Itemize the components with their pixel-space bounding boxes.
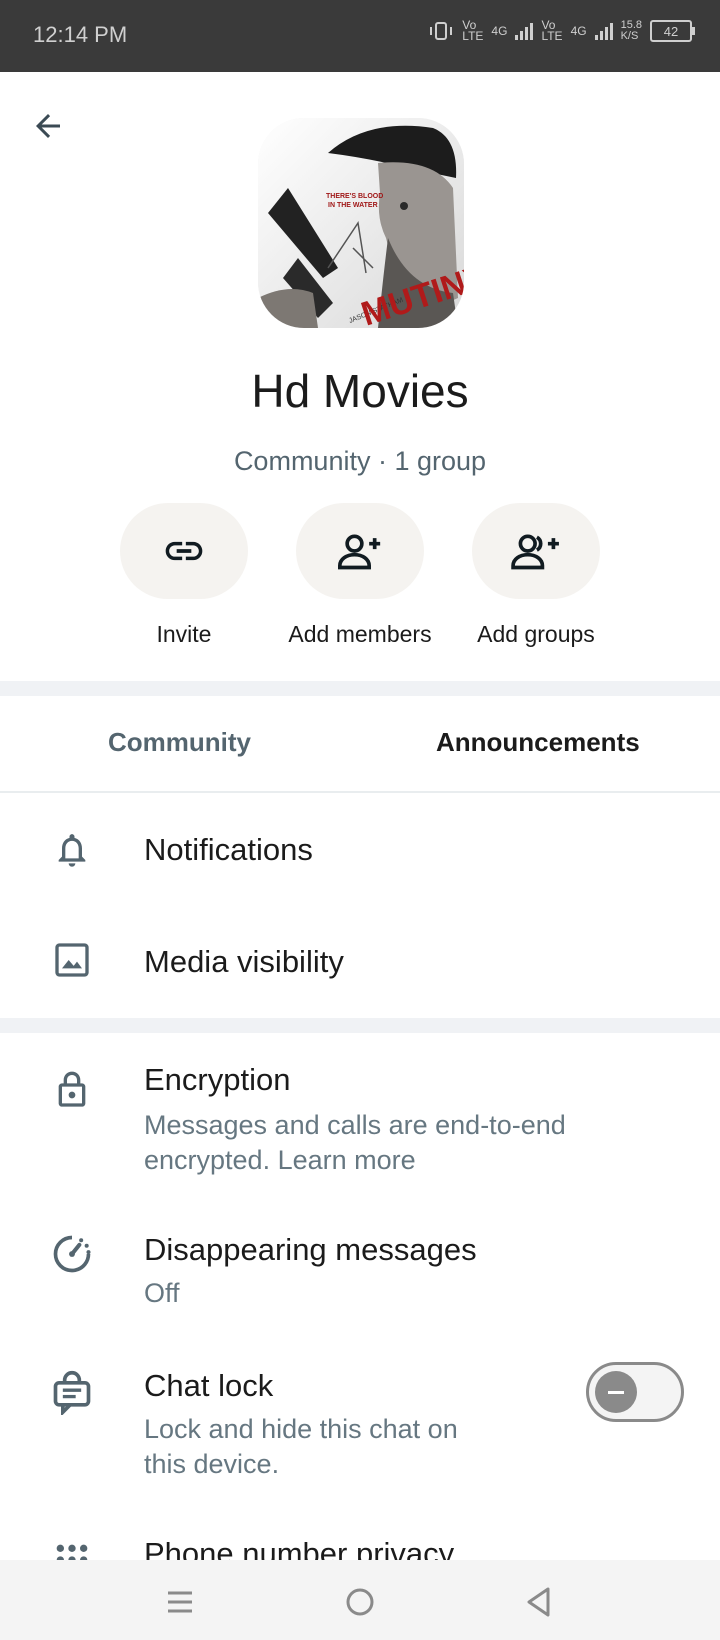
status-icons: Vo LTE 4G Vo LTE 4G 15.8 K/S 42 (428, 18, 695, 43)
community-tabs: Community Announcements (0, 697, 720, 793)
learn-more-link[interactable]: encrypted. Learn more (144, 1143, 566, 1178)
notifications-row[interactable]: Notifications (0, 794, 720, 904)
tab-community[interactable]: Community (108, 727, 251, 758)
encryption-row[interactable]: Encryption Messages and calls are end-to… (0, 1040, 720, 1190)
network-type-2: 4G (570, 24, 587, 38)
recents-button[interactable] (160, 1582, 200, 1622)
home-circle-icon (346, 1588, 374, 1616)
phone-number-privacy-title: Phone number privacy (144, 1536, 455, 1560)
system-nav-bar (0, 1560, 720, 1640)
section-divider (0, 681, 720, 696)
toggle-knob (595, 1371, 637, 1413)
encryption-description: Messages and calls are end-to-end encryp… (144, 1108, 566, 1178)
net-speed: 15.8 K/S (620, 19, 642, 42)
community-name: Hd Movies (251, 365, 469, 417)
section-divider-2 (0, 1018, 720, 1033)
disappearing-messages-row[interactable]: Disappearing messages Off (0, 1212, 720, 1332)
lock-icon (50, 1068, 94, 1112)
phone-number-privacy-row[interactable]: Phone number privacy (0, 1526, 720, 1560)
back-nav-button[interactable] (519, 1582, 559, 1622)
back-button[interactable] (28, 106, 68, 146)
chat-lock-icon (50, 1370, 94, 1415)
add-members-label: Add members (288, 621, 432, 647)
media-visibility-title: Media visibility (144, 944, 344, 979)
movie-poster-image: THERE'S BLOOD IN THE WATER JASON STATHAM… (258, 118, 464, 328)
add-members-circle[interactable] (296, 503, 424, 599)
signal-icon-2 (594, 22, 613, 40)
vibrate-icon (430, 22, 453, 40)
status-bar: 12:14 PM Vo LTE 4G Vo LTE 4G 15.8 K/S 42 (0, 0, 720, 72)
battery-icon: 42 (650, 20, 695, 42)
image-icon (50, 938, 94, 982)
chat-lock-title: Chat lock (144, 1368, 274, 1403)
invite-circle[interactable] (120, 503, 248, 599)
timer-icon (50, 1232, 94, 1276)
community-subtitle: Community · 1 group (233, 446, 487, 476)
triangle-back-icon (527, 1587, 550, 1617)
tab-announcements[interactable]: Announcements (436, 727, 640, 758)
invite-button[interactable]: Invite (99, 503, 269, 648)
menu-icon (168, 1591, 192, 1613)
poster-tagline: THERE'S BLOOD (326, 193, 383, 200)
chat-lock-toggle[interactable] (586, 1362, 684, 1422)
media-visibility-row[interactable]: Media visibility (0, 904, 720, 1014)
status-time: 12:14 PM (33, 22, 128, 47)
chat-lock-description: Lock and hide this chat on this device. (144, 1414, 458, 1479)
add-group-icon (511, 534, 559, 570)
invite-label: Invite (156, 621, 212, 647)
bell-icon (50, 828, 94, 872)
link-icon (165, 541, 203, 561)
dialpad-icon (50, 1538, 94, 1560)
arrow-left-icon (36, 114, 60, 138)
signal-icon (515, 22, 534, 40)
add-person-icon (338, 534, 381, 570)
disappearing-messages-value: Off (144, 1278, 180, 1308)
notifications-title: Notifications (144, 832, 313, 867)
volte-indicator-2: Vo LTE (541, 18, 563, 43)
disappearing-messages-title: Disappearing messages (144, 1232, 477, 1267)
add-groups-button[interactable]: Add groups (451, 503, 621, 648)
volte-indicator: Vo LTE (462, 18, 484, 43)
community-avatar[interactable]: THERE'S BLOOD IN THE WATER JASON STATHAM… (258, 118, 464, 328)
home-button[interactable] (340, 1582, 380, 1622)
poster-tagline-2: IN THE WATER (328, 202, 378, 209)
add-groups-label: Add groups (477, 621, 595, 647)
encryption-title: Encryption (144, 1062, 291, 1097)
add-members-button[interactable]: Add members (275, 503, 445, 648)
add-groups-circle[interactable] (472, 503, 600, 599)
network-type: 4G (491, 24, 508, 38)
